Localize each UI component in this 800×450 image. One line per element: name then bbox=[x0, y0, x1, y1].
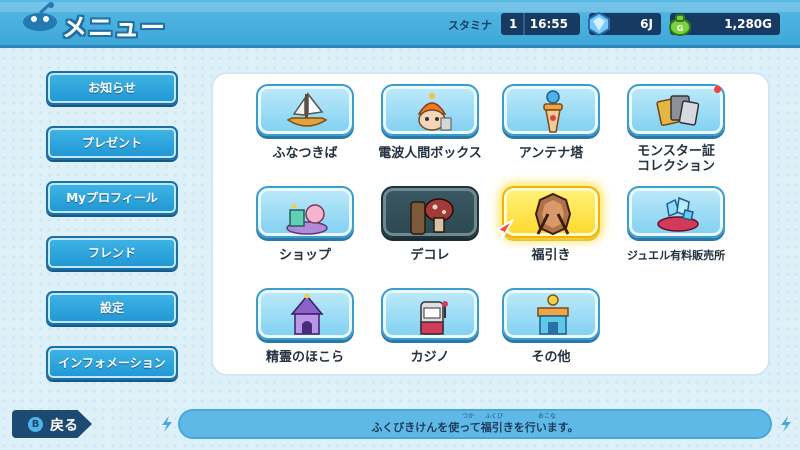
tile-spirit-shrine[interactable]: 精霊のほこら bbox=[253, 288, 357, 365]
lightning-icon bbox=[162, 416, 172, 432]
sidebar-item-present[interactable]: プレゼント bbox=[46, 126, 178, 160]
hint-text: ふくびきけんを使って福引きを行います。 bbox=[371, 421, 579, 434]
money-bag-icon: G bbox=[669, 14, 691, 36]
tile-decor[interactable]: デコレ bbox=[378, 186, 482, 263]
tile-button[interactable] bbox=[256, 288, 354, 340]
tile-shop[interactable]: ショップ bbox=[253, 186, 357, 263]
boat-icon bbox=[286, 91, 328, 127]
jewel-display: 6J bbox=[588, 11, 661, 37]
jewel-shop-icon bbox=[657, 196, 699, 232]
shop-icon bbox=[286, 202, 328, 235]
jewel-icon bbox=[588, 11, 610, 37]
casino-icon bbox=[420, 301, 448, 335]
card-collection-icon bbox=[656, 95, 700, 126]
tile-casino[interactable]: カジノ bbox=[378, 288, 482, 365]
tile-other[interactable]: その他 bbox=[499, 288, 603, 365]
money-amount: 1,280G bbox=[724, 17, 772, 31]
tile-button[interactable] bbox=[627, 84, 725, 136]
lightning-icon bbox=[781, 416, 791, 432]
sidebar-item-my-profile[interactable]: Myプロフィール bbox=[46, 181, 178, 215]
sidebar-item-news[interactable]: お知らせ bbox=[46, 71, 178, 105]
page-title: メニュー bbox=[62, 13, 167, 42]
back-label: 戻る bbox=[50, 418, 78, 434]
tile-antenna-tower[interactable]: アンテナ塔 bbox=[499, 84, 603, 161]
tile-card-collection[interactable]: モンスター証 コレクション bbox=[624, 84, 728, 174]
shrine-icon bbox=[290, 293, 324, 335]
tile-button[interactable] bbox=[381, 186, 479, 238]
tile-button[interactable] bbox=[627, 186, 725, 238]
tile-boat-dock[interactable]: ふなつきば bbox=[253, 84, 357, 161]
lottery-icon bbox=[534, 192, 572, 236]
tile-button[interactable] bbox=[502, 84, 600, 136]
stamina-timer: 16:55 bbox=[529, 17, 568, 31]
antenna-tower-icon bbox=[543, 90, 563, 133]
money-display: G 1,280G bbox=[669, 13, 780, 36]
tile-button[interactable] bbox=[256, 84, 354, 136]
b-button-icon: B bbox=[28, 417, 43, 432]
other-icon bbox=[537, 294, 569, 335]
tile-denpa-box[interactable]: 電波人間ボックス bbox=[378, 84, 482, 161]
sidebar-item-information[interactable]: インフォメーション bbox=[46, 346, 178, 380]
tile-button[interactable] bbox=[256, 186, 354, 238]
sidebar-item-friends[interactable]: フレンド bbox=[46, 236, 178, 270]
denpa-box-icon bbox=[417, 93, 452, 131]
tile-button[interactable] bbox=[381, 288, 479, 340]
tile-jewel-shop[interactable]: ジュエル有料販売所 bbox=[624, 186, 728, 262]
cursor-pointer-icon bbox=[496, 219, 514, 241]
stamina-label: スタミナ bbox=[448, 19, 492, 32]
tile-button[interactable] bbox=[502, 288, 600, 340]
svg-text:G: G bbox=[677, 24, 684, 33]
stamina-divider bbox=[523, 13, 525, 35]
tile-button[interactable] bbox=[381, 84, 479, 136]
stamina-count: 1 bbox=[509, 17, 518, 31]
tile-label: ジュエル有料販売所 bbox=[626, 249, 726, 262]
tile-label: モンスター証 コレクション bbox=[636, 144, 715, 174]
stamina-display: 1 16:55 bbox=[501, 13, 580, 35]
tile-label: その他 bbox=[531, 350, 571, 365]
decor-icon bbox=[410, 198, 454, 235]
menu-icon bbox=[23, 2, 57, 31]
notification-badge bbox=[714, 86, 721, 93]
jewel-count: 6J bbox=[640, 17, 653, 31]
sidebar-item-settings[interactable]: 設定 bbox=[46, 291, 178, 325]
